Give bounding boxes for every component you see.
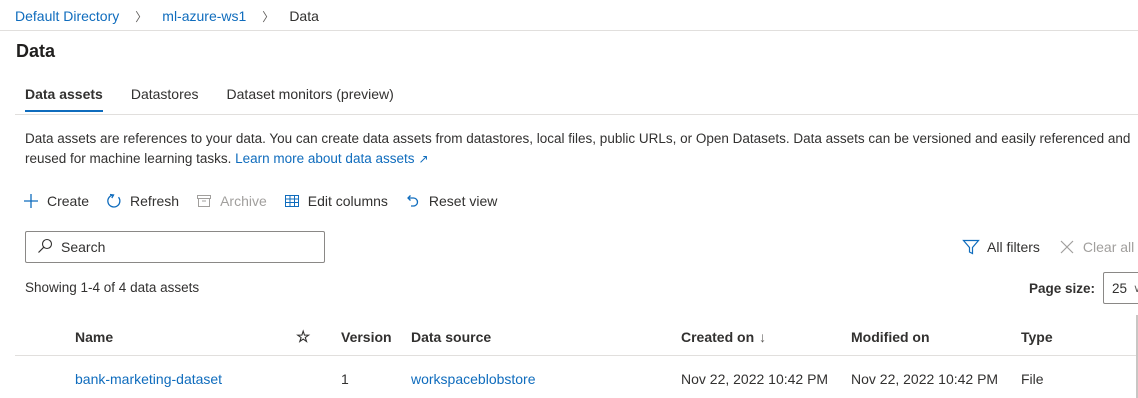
breadcrumb: Default Directory 〉 ml-azure-ws1 〉 Data [15,6,319,26]
tab-dataset-monitors[interactable]: Dataset monitors (preview) [227,86,394,110]
column-header-version[interactable]: Version [341,318,392,356]
breadcrumb-directory[interactable]: Default Directory [15,8,119,24]
archive-icon [195,192,213,210]
learn-more-link[interactable]: Learn more about data assets [235,151,414,166]
divider [0,30,1138,31]
table-columns-icon [283,192,301,210]
external-link-icon: ↗ [418,152,429,166]
column-header-name[interactable]: Name [75,318,113,356]
favorite-star-icon[interactable]: ☆ [296,318,310,356]
edit-columns-label: Edit columns [307,193,388,209]
table-row[interactable]: bank-marketing-dataset 1 workspaceblobst… [15,360,1138,398]
page-size-value: 25 [1112,280,1128,296]
description-line-1: Data assets are references to your data.… [25,131,1131,146]
reset-view-button[interactable]: Reset view [404,192,497,210]
table-header: Name ☆ Version Data source Created on ↓ M… [15,318,1138,356]
tab-list: Data assets Datastores Dataset monitors … [25,86,422,112]
command-bar: Create Refresh Archive Edit columns Rese… [22,190,513,212]
refresh-button[interactable]: Refresh [105,192,179,210]
close-icon [1058,238,1076,256]
description-text: reused for machine learning tasks. [25,151,236,166]
column-header-created-on[interactable]: Created on ↓ [681,318,766,356]
chevron-down-icon: ∨ [1133,282,1138,295]
clear-all-label: Clear all [1082,239,1135,255]
divider [15,114,1138,115]
edit-columns-button[interactable]: Edit columns [283,192,388,210]
results-count: Showing 1-4 of 4 data assets [25,280,200,295]
create-button[interactable]: Create [22,192,89,210]
clear-all-button[interactable]: Clear all [1058,238,1134,256]
page-size-dropdown[interactable]: 25 ∨ [1103,272,1138,304]
refresh-icon [105,192,123,210]
tab-data-assets[interactable]: Data assets [25,86,103,112]
sort-descending-icon: ↓ [759,329,767,345]
reset-view-label: Reset view [428,193,498,209]
archive-button[interactable]: Archive [195,192,267,210]
data-assets-table: Name ☆ Version Data source Created on ↓ M… [15,318,1138,394]
breadcrumb-workspace[interactable]: ml-azure-ws1 [162,8,246,24]
modified-on-value: Nov 22, 2022 10:42 PM [851,371,999,387]
refresh-label: Refresh [130,193,180,209]
page-size-label: Page size: [1029,280,1096,296]
search-box [25,231,325,263]
breadcrumb-current: Data [289,8,319,24]
chevron-right-icon: 〉 [135,9,148,24]
asset-name-link[interactable]: bank-marketing-dataset [75,360,222,398]
page-title: Data [16,41,56,61]
data-source-link[interactable]: workspaceblobstore [411,360,536,398]
column-header-modified-on[interactable]: Modified on [851,318,930,356]
column-header-type[interactable]: Type [1021,318,1053,356]
page-description: Data assets are references to your data.… [25,129,1138,169]
undo-icon [404,192,422,210]
filter-bar: All filters Clear all [962,237,1138,257]
chevron-right-icon: 〉 [262,9,275,24]
all-filters-button[interactable]: All filters [962,238,1040,256]
created-on-value: Nov 22, 2022 10:42 PM [681,371,829,387]
column-header-data-source[interactable]: Data source [411,318,491,356]
description-line-2: reused for machine learning tasks. Learn… [25,149,1138,169]
plus-icon [22,192,40,210]
all-filters-label: All filters [987,239,1040,255]
type-value: File [1021,371,1044,387]
create-label: Create [47,193,90,209]
search-input[interactable] [61,239,311,255]
archive-label: Archive [220,193,267,209]
filter-icon [962,238,980,256]
asset-version: 1 [341,371,349,387]
search-icon [37,238,53,257]
tab-datastores[interactable]: Datastores [131,86,199,110]
page-size-control: Page size: 25 ∨ [1029,272,1138,304]
